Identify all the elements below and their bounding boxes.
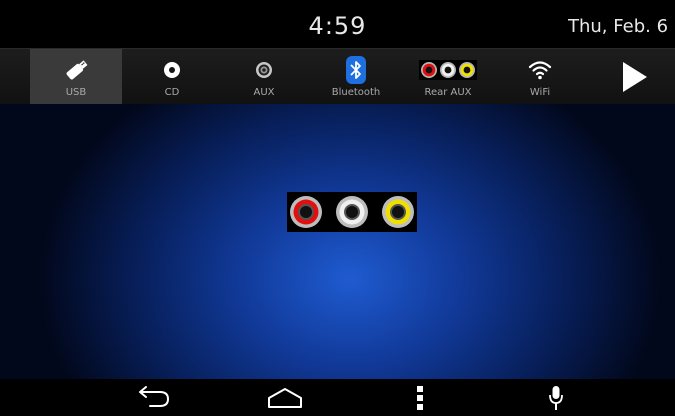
- cd-icon: [126, 56, 218, 84]
- back-button[interactable]: [124, 379, 184, 416]
- menu-dots-icon: [417, 385, 423, 410]
- next-page-button[interactable]: [594, 49, 675, 105]
- bluetooth-icon: [310, 56, 402, 84]
- home-icon: [268, 387, 302, 408]
- home-button[interactable]: [255, 379, 315, 416]
- voice-button[interactable]: [526, 379, 586, 416]
- navigation-bar: [0, 379, 675, 416]
- source-label: Rear AUX: [424, 87, 472, 98]
- source-label: Bluetooth: [331, 87, 381, 98]
- date: Thu, Feb. 6: [568, 16, 669, 37]
- rca-jacks-icon: [402, 56, 494, 84]
- rca-jacks-icon: [287, 192, 417, 232]
- menu-button[interactable]: [390, 379, 450, 416]
- aux-jack-icon: [218, 56, 310, 84]
- usb-stick-icon: [30, 56, 122, 84]
- microphone-icon: [549, 385, 563, 410]
- main-area: [0, 104, 675, 379]
- wifi-icon: [494, 56, 586, 84]
- source-aux[interactable]: AUX: [218, 49, 310, 105]
- status-bar: 4:59 Thu, Feb. 6: [0, 0, 675, 48]
- source-label: CD: [164, 87, 180, 98]
- source-usb[interactable]: USB: [30, 49, 122, 105]
- source-label: USB: [65, 87, 87, 98]
- source-bar: USB CD AUX Bluetooth Rear AUX WiFi: [0, 48, 675, 105]
- head-unit-screen: 4:59 Thu, Feb. 6 USB CD AUX Bluetooth Re…: [0, 0, 675, 416]
- source-label: WiFi: [529, 87, 551, 98]
- play-next-icon: [622, 62, 647, 92]
- source-cd[interactable]: CD: [126, 49, 218, 105]
- source-bluetooth[interactable]: Bluetooth: [310, 49, 402, 105]
- source-label: AUX: [253, 87, 275, 98]
- source-wifi[interactable]: WiFi: [494, 49, 586, 105]
- source-rear-aux[interactable]: Rear AUX: [402, 49, 494, 105]
- back-arrow-icon: [139, 385, 169, 407]
